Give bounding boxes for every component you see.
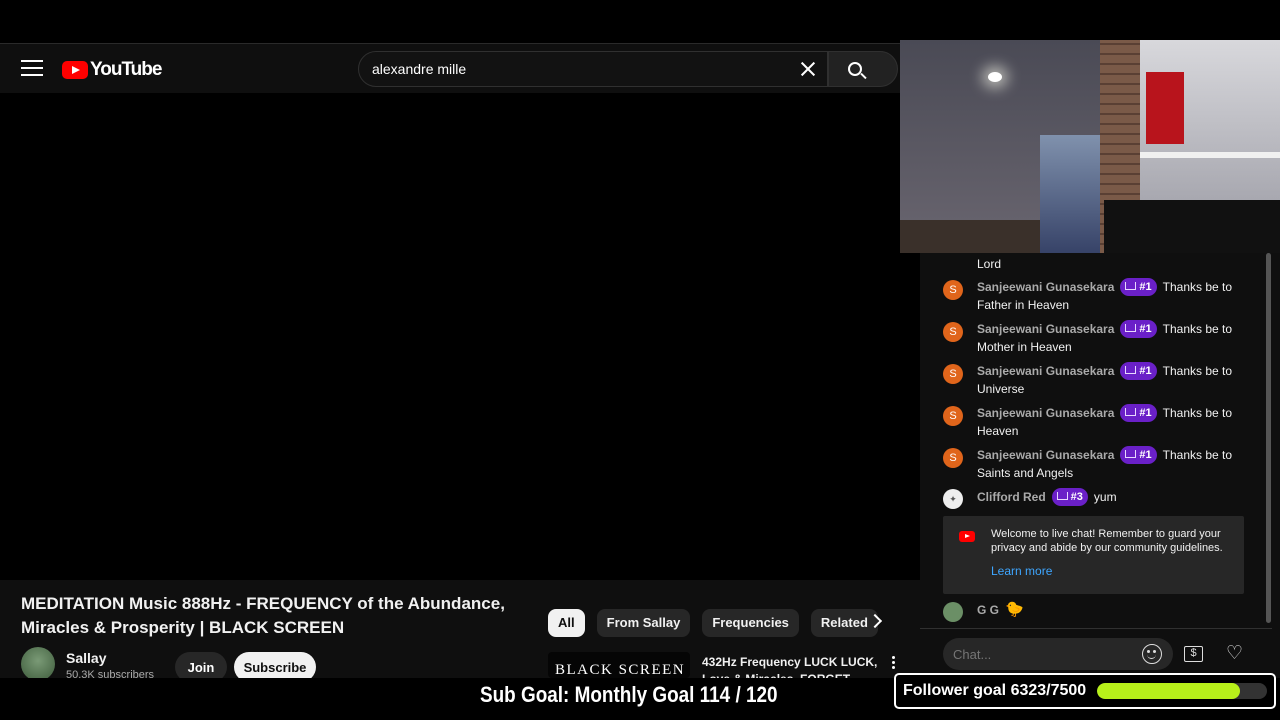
- crown-icon: [1056, 492, 1068, 500]
- crown-icon: [1125, 324, 1137, 332]
- logo-text: YouTube: [90, 59, 162, 80]
- chip-related[interactable]: Related: [810, 609, 878, 637]
- heart-icon[interactable]: ♡: [1226, 644, 1246, 664]
- avatar: S: [943, 322, 963, 342]
- search-input[interactable]: [372, 52, 792, 86]
- chat-message: Sanjeewani Gunasekara #1 Thanks be to Univ…: [977, 362, 1252, 398]
- follower-goal-widget: Follower goal 6323/7500: [894, 673, 1276, 709]
- chip-from-sallay[interactable]: From Sallay: [596, 609, 691, 637]
- learn-more-link[interactable]: Learn more: [991, 564, 1052, 578]
- video-title: MEDITATION Music 888Hz - FREQUENCY of th…: [21, 594, 505, 637]
- super-chat-icon[interactable]: $: [1184, 646, 1203, 662]
- channel-name[interactable]: Sallay: [66, 650, 106, 666]
- chat-author[interactable]: Sanjeewani Gunasekara: [977, 322, 1114, 336]
- chat-author[interactable]: G G: [977, 603, 999, 617]
- chat-message: Sanjeewani Gunasekara #1 Thanks be to Moth…: [977, 320, 1252, 356]
- avatar: S: [943, 280, 963, 300]
- webcam-feed: [900, 40, 1280, 253]
- rank-badge: #1: [1120, 320, 1157, 338]
- follower-progress-fill: [1097, 683, 1241, 699]
- chat-input[interactable]: [943, 638, 1173, 670]
- clear-search-icon[interactable]: [793, 54, 823, 84]
- welcome-text: Welcome to live chat! Remember to guard …: [991, 528, 1223, 554]
- video-info: MEDITATION Music 888Hz - FREQUENCY of th…: [0, 580, 920, 686]
- chat-text: 🐤: [1005, 601, 1024, 618]
- youtube-play-icon: [62, 61, 88, 79]
- youtube-logo[interactable]: YouTube: [62, 59, 162, 81]
- chat-message: Sanjeewani Gunasekara #1 Thanks be to Sain…: [977, 446, 1252, 482]
- rank-badge: #1: [1120, 446, 1157, 464]
- chat-message: Clifford Red #3 yum: [977, 488, 1252, 506]
- thumbnail-text: BLACK SCREEN: [555, 662, 686, 678]
- sub-goal-text: Sub Goal: Monthly Goal 114 / 120: [480, 682, 778, 707]
- chip-all[interactable]: All: [548, 609, 585, 637]
- avatar: S: [943, 406, 963, 426]
- chat-message: G G 🐤: [977, 601, 1252, 619]
- filter-chips: All From Sallay Frequencies Related: [548, 609, 890, 637]
- youtube-header: YouTube: [0, 43, 900, 93]
- rank-badge: #1: [1120, 278, 1157, 296]
- avatar: ✦: [943, 489, 963, 509]
- follower-goal-text: Follower goal 6323/7500: [903, 682, 1087, 699]
- divider: [920, 628, 1272, 629]
- rank-badge: #1: [1120, 404, 1157, 422]
- chat-message: Sanjeewani Gunasekara #1 Thanks be to Heav…: [977, 404, 1252, 440]
- chat-author[interactable]: Sanjeewani Gunasekara: [977, 448, 1114, 462]
- recommended-thumbnail[interactable]: BLACK SCREEN: [548, 652, 690, 678]
- menu-icon[interactable]: [21, 60, 43, 76]
- avatar: S: [943, 448, 963, 468]
- chat-author[interactable]: Sanjeewani Gunasekara: [977, 406, 1114, 420]
- chip-frequencies[interactable]: Frequencies: [702, 609, 799, 637]
- emoji-icon[interactable]: [1142, 644, 1162, 664]
- crown-icon: [1125, 450, 1137, 458]
- search-box: [358, 51, 828, 87]
- youtube-play-icon: [959, 531, 975, 542]
- avatar: [943, 602, 963, 622]
- rank-badge: #3: [1051, 488, 1088, 506]
- chat-author[interactable]: Sanjeewani Gunasekara: [977, 280, 1114, 294]
- chat-message: Sanjeewani Gunasekara #1 Thanks be to Fath…: [977, 278, 1252, 314]
- chat-scrollbar[interactable]: [1266, 253, 1271, 623]
- crown-icon: [1125, 408, 1137, 416]
- chat-text: yum: [1093, 490, 1117, 504]
- channel-avatar[interactable]: [21, 647, 55, 681]
- chat-author[interactable]: Clifford Red: [977, 490, 1046, 504]
- search-button[interactable]: [828, 51, 898, 87]
- follower-progress-bar: [1097, 683, 1267, 699]
- welcome-banner: Welcome to live chat! Remember to guard …: [943, 516, 1244, 594]
- rank-badge: #1: [1120, 362, 1157, 380]
- chat-message-partial: Lord: [977, 257, 1002, 271]
- chat-author[interactable]: Sanjeewani Gunasekara: [977, 364, 1114, 378]
- crown-icon: [1125, 366, 1137, 374]
- video-player[interactable]: [0, 93, 920, 580]
- avatar: S: [943, 364, 963, 384]
- crown-icon: [1125, 282, 1137, 290]
- more-options-icon[interactable]: [889, 656, 897, 674]
